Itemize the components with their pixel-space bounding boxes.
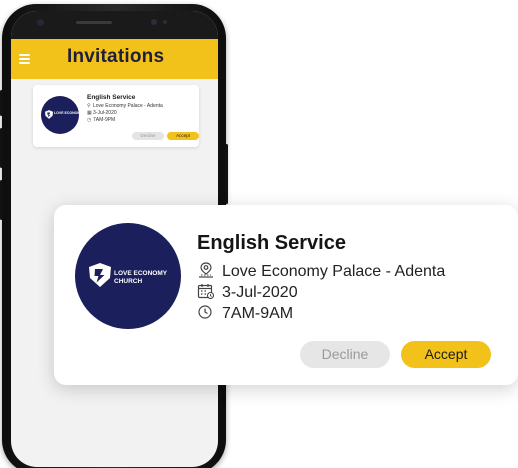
church-name: LOVE ECONOMY CHURCH <box>114 270 167 286</box>
calendar-icon <box>197 284 215 299</box>
event-location: Love Economy Palace - Adenta <box>197 262 445 281</box>
sensor-icon <box>163 20 167 24</box>
shield-logo-icon <box>45 110 53 119</box>
phone-side-button <box>0 90 3 116</box>
status-bar <box>11 11 218 39</box>
event-time-text: 7AM-9PM <box>93 117 116 123</box>
camera-icon <box>37 19 44 26</box>
app-bar: Invitations <box>11 39 218 79</box>
event-title: English Service <box>87 94 136 101</box>
location-pin-icon <box>199 262 213 278</box>
invitation-card-enlarged[interactable]: LOVE ECONOMY CHURCH English Service Love… <box>54 205 518 385</box>
event-location: ⚲ Love Economy Palace - Adenta <box>87 103 163 109</box>
event-location-text: Love Economy Palace - Adenta <box>93 103 163 109</box>
decline-button[interactable]: Decline <box>132 132 164 140</box>
decline-button[interactable]: Decline <box>300 341 390 368</box>
accept-button[interactable]: Accept <box>401 341 491 368</box>
church-logo: LOVE ECONOMY CHURCH <box>75 223 181 329</box>
hamburger-icon[interactable] <box>19 54 30 64</box>
event-title: English Service <box>197 232 346 254</box>
page-title: Invitations <box>67 46 165 67</box>
phone-side-button <box>0 180 3 220</box>
event-date: 3-Jul-2020 <box>197 283 298 302</box>
church-logo: LOVE ECONOMY CHURCH <box>41 96 99 134</box>
shield-logo-icon <box>89 263 111 287</box>
stage: Invitations LOVE ECONOMY CHURCH English … <box>0 0 518 468</box>
event-time: ◷ 7AM-9PM <box>87 117 115 123</box>
speaker-grille <box>76 21 112 24</box>
sensor-icon <box>151 19 157 25</box>
phone-side-button <box>225 144 228 204</box>
event-time: 7AM-9AM <box>197 304 293 323</box>
accept-button[interactable]: Accept <box>167 132 199 140</box>
church-name-line1: LOVE ECONOMY <box>114 270 168 277</box>
event-date-text: 3-Jul-2020 <box>93 110 117 116</box>
event-date-text: 3-Jul-2020 <box>222 284 298 301</box>
clock-icon <box>198 305 212 319</box>
event-time-text: 7AM-9AM <box>222 305 294 322</box>
invitation-card[interactable]: LOVE ECONOMY CHURCH English Service ⚲ Lov… <box>33 85 199 147</box>
phone-side-button <box>0 128 3 168</box>
event-date: ▦3-Jul-2020 <box>87 110 117 116</box>
church-name-line2: CHURCH <box>114 278 143 285</box>
event-location-text: Love Economy Palace - Adenta <box>222 263 446 280</box>
